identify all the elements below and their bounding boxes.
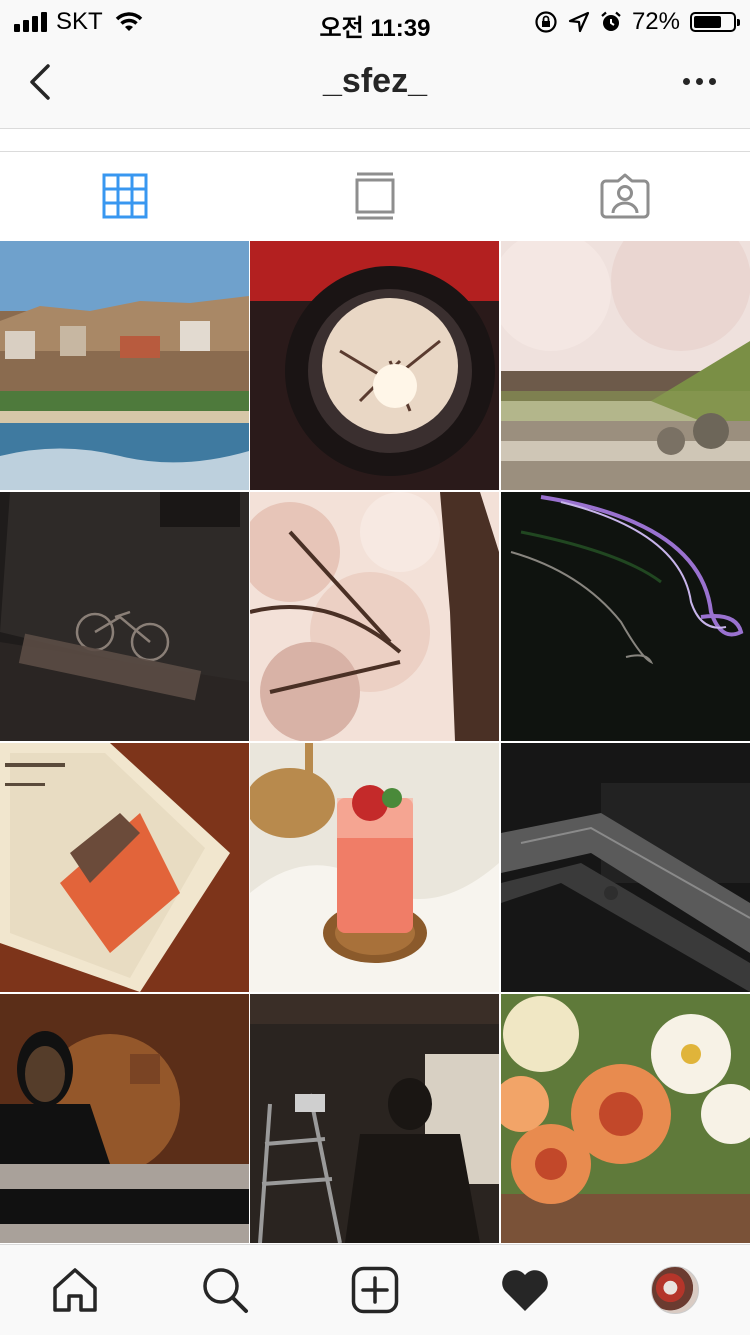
tab-tagged[interactable] [500, 152, 750, 240]
location-icon [568, 11, 590, 33]
post-thumbnail[interactable] [0, 241, 249, 490]
post-thumbnail[interactable] [501, 492, 750, 741]
post-thumbnail[interactable] [250, 994, 499, 1243]
header-divider [0, 129, 750, 152]
profile-avatar-icon [651, 1266, 699, 1314]
post-thumbnail[interactable] [250, 492, 499, 741]
status-bar: SKT 오전 11:39 72% [0, 0, 750, 42]
profile-header: _sfez_ [0, 40, 750, 129]
more-horizontal-icon[interactable] [683, 78, 716, 85]
battery-icon [690, 12, 740, 32]
page-title: _sfez_ [323, 62, 427, 100]
tab-grid[interactable] [0, 152, 250, 240]
status-right: 72% [534, 8, 740, 36]
battery-percent: 72% [631, 8, 680, 35]
grid-icon [102, 173, 148, 219]
search-icon [203, 1268, 248, 1313]
post-thumbnail[interactable] [0, 492, 249, 741]
profile-tab[interactable] [600, 1266, 750, 1314]
post-thumbnail[interactable] [501, 743, 750, 992]
profile-tabs [0, 152, 750, 240]
post-thumbnail[interactable] [250, 743, 499, 992]
feed-icon [355, 172, 395, 220]
heart-icon [502, 1270, 548, 1311]
tagged-person-icon [600, 173, 650, 219]
search-tab[interactable] [150, 1265, 300, 1315]
post-thumbnail[interactable] [501, 241, 750, 490]
post-thumbnail[interactable] [0, 994, 249, 1243]
home-tab[interactable] [0, 1266, 150, 1314]
home-icon [53, 1268, 97, 1312]
bottom-tab-bar [0, 1244, 750, 1335]
tab-feed[interactable] [250, 152, 500, 240]
new-post-tab[interactable] [300, 1266, 450, 1314]
activity-tab[interactable] [450, 1267, 600, 1313]
battery-fill [694, 16, 721, 28]
post-thumbnail[interactable] [501, 994, 750, 1243]
post-thumbnail[interactable] [250, 241, 499, 490]
alarm-icon [601, 11, 621, 31]
add-post-icon [351, 1266, 399, 1314]
rotation-lock-icon [535, 11, 557, 33]
post-thumbnail[interactable] [0, 743, 249, 992]
